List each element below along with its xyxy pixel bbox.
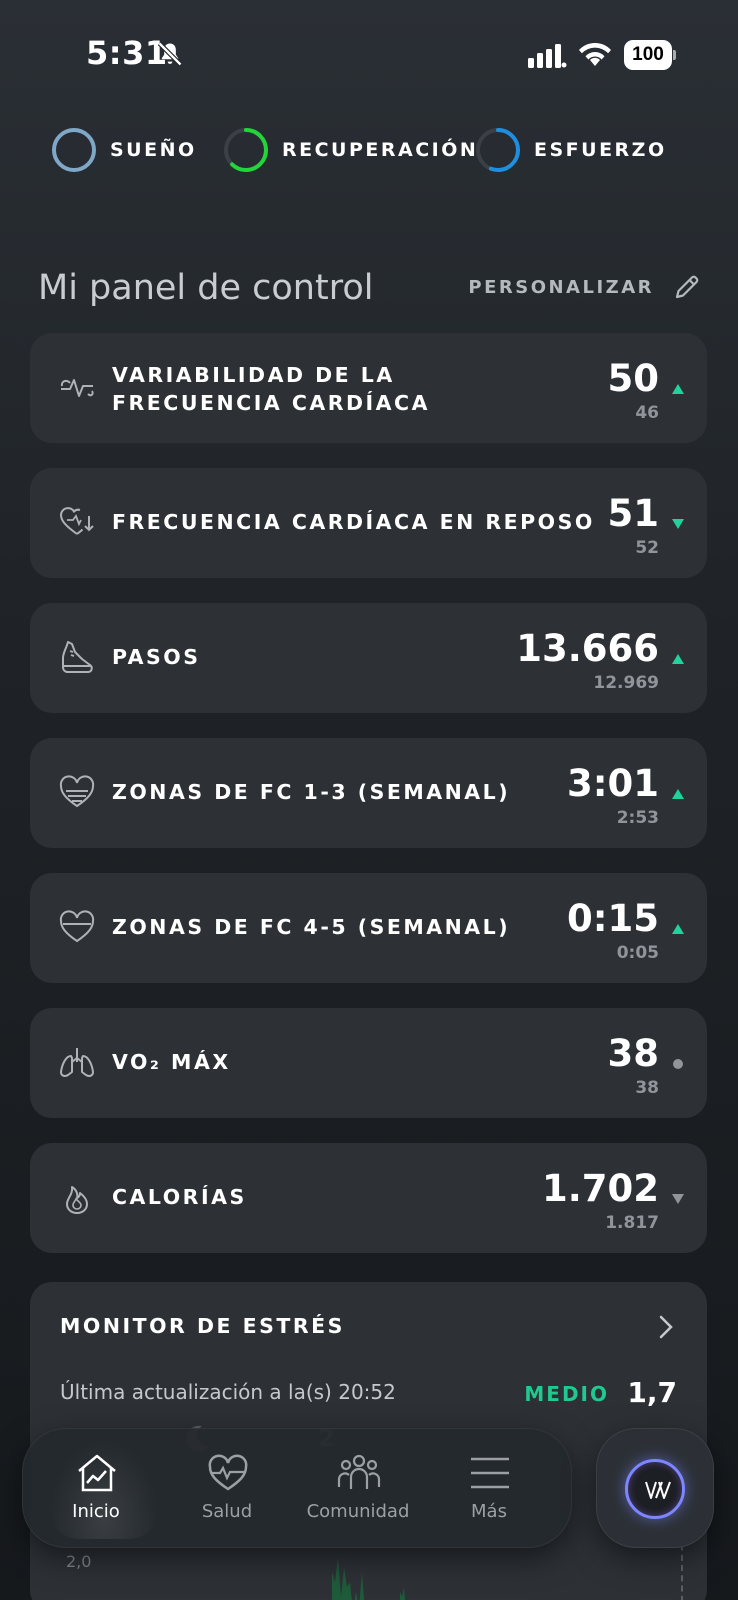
community-icon [337, 1454, 381, 1489]
status-bar: 5:31 100 [0, 0, 738, 110]
metric-label: VARIABILIDAD DE LA FRECUENCIA CARDÍACA [112, 363, 430, 415]
metric-label: CALORÍAS [112, 1185, 247, 1209]
metric-previous: 1.817 [605, 1213, 659, 1233]
heart-zones-low-icon [59, 775, 95, 808]
stress-level-badge: MEDIO [524, 1382, 609, 1406]
strain-ring-icon [476, 128, 520, 172]
metric-card-hr-zones-4-5[interactable]: ZONAS DE FC 4-5 (SEMANAL) 0:15 0:05 [30, 873, 707, 983]
shoe-icon [62, 641, 93, 673]
metric-label: PASOS [112, 645, 201, 669]
score-rings: SUEÑO RECUPERACIÓN ESFUERZO [50, 124, 730, 176]
nav-community[interactable]: Comunidad [293, 1429, 423, 1549]
stress-monitor-title: MONITOR DE ESTRÉS [60, 1314, 345, 1338]
metric-value: 38 [607, 1032, 660, 1075]
bell-muted-icon [157, 41, 183, 67]
coach-button[interactable] [596, 1428, 714, 1548]
ring-strain[interactable]: ESFUERZO [474, 124, 667, 176]
hamburger-menu-icon [471, 1457, 509, 1489]
wifi-icon [579, 43, 611, 66]
nav-home[interactable]: Inicio [31, 1429, 161, 1549]
lungs-icon [60, 1048, 94, 1077]
nav-more[interactable]: Más [424, 1429, 554, 1549]
trend-up-icon [672, 924, 684, 934]
metric-label: ZONAS DE FC 1-3 (SEMANAL) [112, 780, 511, 804]
ring-strain-label: ESFUERZO [534, 139, 667, 161]
metric-value: 50 [607, 357, 660, 400]
cellular-signal-icon [528, 44, 567, 68]
metric-previous: 2:53 [616, 808, 659, 828]
heart-pulse-icon [208, 1454, 248, 1491]
metric-label: VO₂ MÁX [112, 1050, 231, 1074]
trend-down-icon [672, 519, 684, 529]
metric-value: 13.666 [516, 627, 659, 670]
metric-previous: 12.969 [593, 673, 659, 693]
nav-health-label: Salud [201, 1501, 253, 1522]
chart-axis-label: 2,0 [66, 1552, 92, 1571]
ring-recovery[interactable]: RECUPERACIÓN [222, 124, 478, 176]
customize-button[interactable]: PERSONALIZAR [468, 272, 702, 302]
ring-recovery-label: RECUPERACIÓN [282, 139, 479, 161]
nav-health[interactable]: Salud [162, 1429, 292, 1549]
metric-previous: 0:05 [616, 943, 659, 963]
metric-card-steps[interactable]: PASOS 13.666 12.969 [30, 603, 707, 713]
metric-previous: 38 [635, 1078, 659, 1098]
ring-sleep-label: SUEÑO [110, 139, 197, 161]
battery-level: 100 [624, 40, 672, 70]
ring-sleep[interactable]: SUEÑO [50, 124, 197, 176]
flame-icon [66, 1186, 88, 1214]
bottom-navigation: Inicio Salud Comunidad Más [22, 1428, 572, 1548]
page-title: Mi panel de control [38, 268, 374, 308]
metric-card-hr-zones-1-3[interactable]: ZONAS DE FC 1-3 (SEMANAL) 3:01 2:53 [30, 738, 707, 848]
metric-card-calories[interactable]: CALORÍAS 1.702 1.817 [30, 1143, 707, 1253]
sleep-ring-icon [52, 128, 96, 172]
metric-value: 3:01 [566, 762, 659, 805]
coach-ring [625, 1459, 685, 1519]
trend-up-icon [672, 789, 684, 799]
recovery-ring-icon [224, 128, 268, 172]
chevron-right-icon[interactable] [653, 1312, 677, 1342]
metric-card-vo2max[interactable]: VO₂ MÁX 38 38 [30, 1008, 707, 1118]
metric-label: FRECUENCIA CARDÍACA EN REPOSO [112, 510, 595, 534]
metric-card-resting-hr[interactable]: FRECUENCIA CARDÍACA EN REPOSO 51 52 [30, 468, 707, 578]
home-chart-icon [78, 1454, 116, 1492]
metric-value: 51 [607, 492, 660, 535]
nav-community-label: Comunidad [306, 1501, 410, 1522]
trend-neutral-icon [673, 1059, 683, 1069]
heart-zones-high-icon [59, 910, 95, 943]
nav-more-label: Más [471, 1501, 507, 1522]
metric-previous: 46 [635, 403, 659, 423]
trend-up-icon [672, 654, 684, 664]
resting-heart-icon [59, 507, 94, 535]
trend-down-icon [672, 1194, 684, 1204]
dashboard-header: Mi panel de control PERSONALIZAR [38, 266, 702, 316]
stress-value: 1,7 [627, 1376, 677, 1409]
hrv-icon [60, 379, 94, 397]
trend-up-icon [672, 384, 684, 394]
metric-previous: 52 [635, 538, 659, 558]
coach-logo-icon [645, 1481, 671, 1499]
pencil-icon [675, 275, 699, 299]
metric-card-hrv[interactable]: VARIABILIDAD DE LA FRECUENCIA CARDÍACA 5… [30, 333, 707, 443]
metric-value: 0:15 [566, 897, 659, 940]
customize-label: PERSONALIZAR [468, 276, 654, 298]
metric-value: 1.702 [541, 1167, 659, 1210]
stress-last-updated: Última actualización a la(s) 20:52 [60, 1380, 396, 1404]
metric-label: ZONAS DE FC 4-5 (SEMANAL) [112, 915, 511, 939]
nav-home-label: Inicio [72, 1501, 120, 1522]
battery-indicator: 100 [624, 40, 676, 70]
